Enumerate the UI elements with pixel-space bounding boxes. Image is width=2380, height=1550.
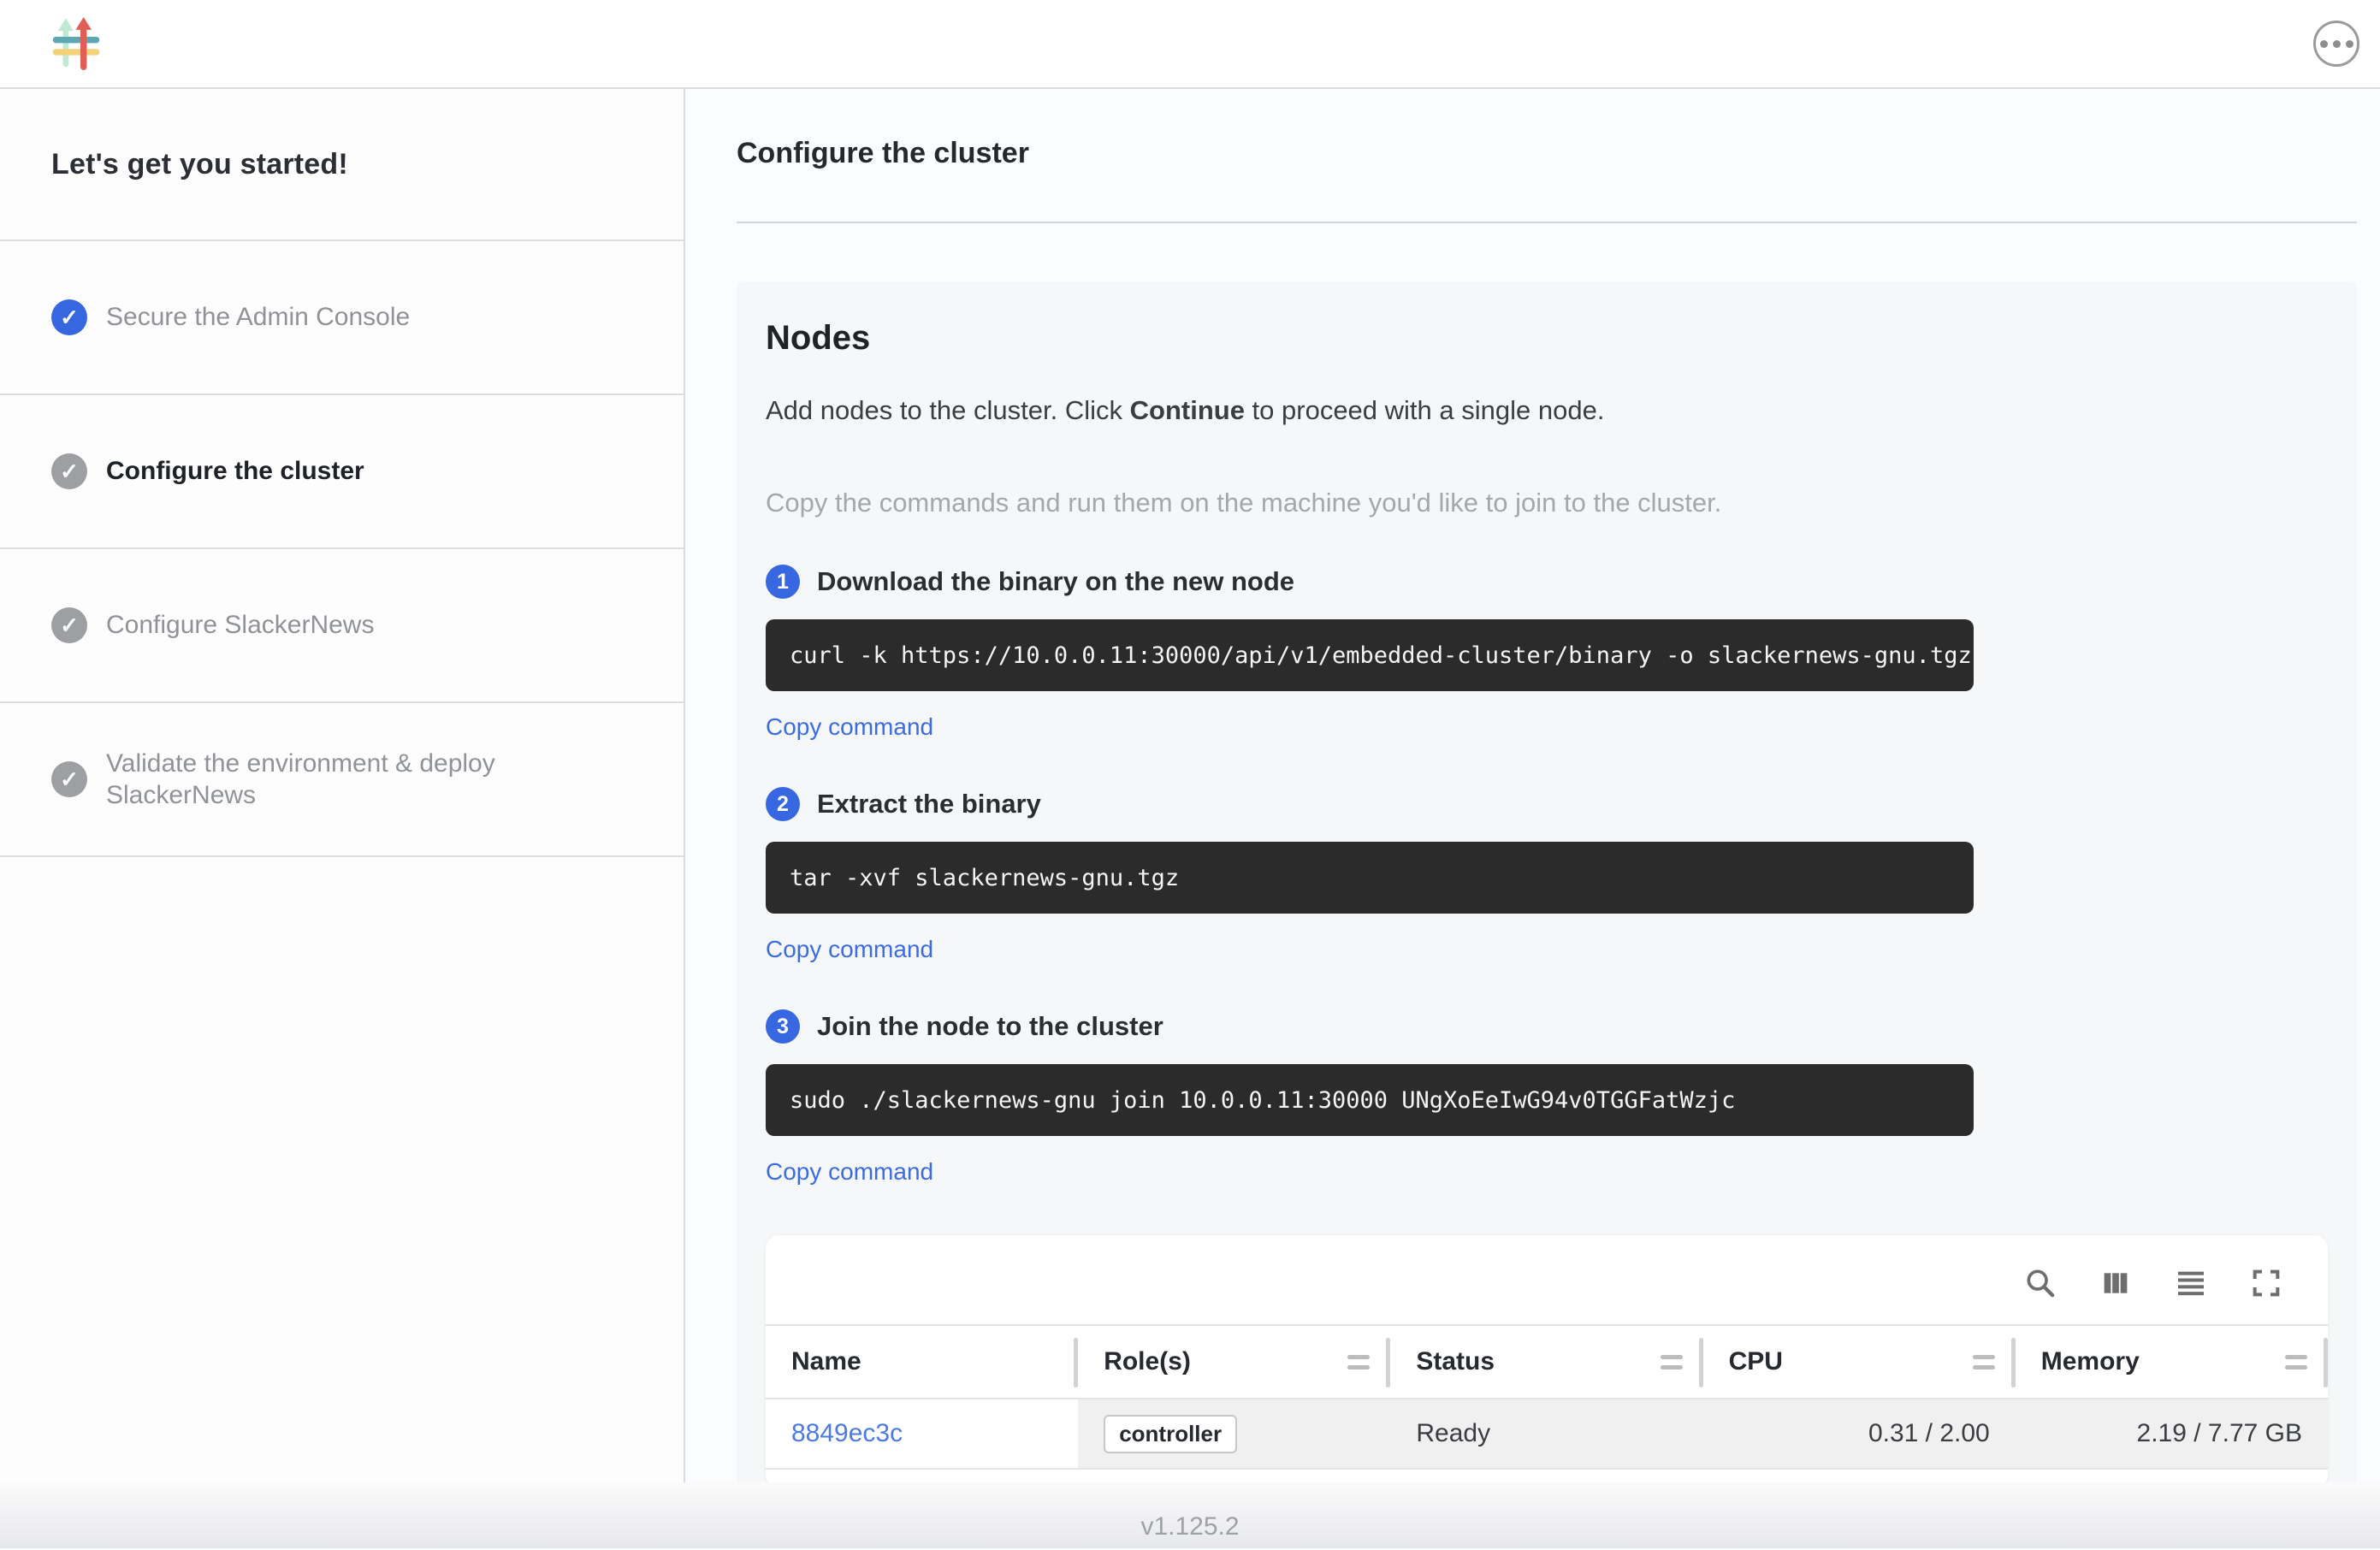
slackernews-logo-icon <box>50 17 103 70</box>
version-text: v1.125.2 <box>1140 1512 1239 1541</box>
step-1-number-badge: 1 <box>766 565 800 599</box>
step-2-header: 2 Extract the binary <box>766 787 2328 821</box>
role-chip: controller <box>1104 1415 1237 1453</box>
step-1-copy-command-link[interactable]: Copy command <box>766 713 933 741</box>
column-header-roles[interactable]: Role(s) <box>1078 1325 1390 1399</box>
sidebar-step-label: Secure the Admin Console <box>106 301 410 334</box>
column-menu-icon[interactable] <box>1661 1355 1683 1370</box>
step-2-number-badge: 2 <box>766 787 800 821</box>
column-header-status[interactable]: Status <box>1390 1325 1702 1399</box>
step-2-command-text: tar -xvf slackernews-gnu.tgz <box>790 865 1179 891</box>
column-resize-handle[interactable] <box>2324 1338 2328 1387</box>
step-2-command-box: tar -xvf slackernews-gnu.tgz <box>766 842 1974 914</box>
sidebar-step-secure-admin-console[interactable]: ✓ Secure the Admin Console <box>0 241 684 395</box>
node-roles-cell: controller <box>1078 1399 1390 1469</box>
step-3-header: 3 Join the node to the cluster <box>766 1009 2328 1044</box>
table-header-row: Name Role(s) Status <box>766 1325 2328 1399</box>
app-header <box>0 0 2380 89</box>
main-content: Configure the cluster Nodes Add nodes to… <box>685 89 2380 1482</box>
nodes-intro-text: Add nodes to the cluster. Click Continue… <box>766 395 2328 426</box>
setup-steps-sidebar: Let's get you started! ✓ Secure the Admi… <box>0 89 685 1482</box>
check-circle-icon: ✓ <box>51 299 87 335</box>
node-status-cell: Ready <box>1390 1399 1702 1469</box>
sidebar-title: Let's get you started! <box>0 89 684 241</box>
sidebar-step-label: Configure the cluster <box>106 455 364 488</box>
step-3-number-badge: 3 <box>766 1009 800 1044</box>
node-cpu-cell: 0.31 / 2.00 <box>1703 1399 2016 1469</box>
columns-icon[interactable] <box>2099 1266 2133 1300</box>
step-1-command-box: curl -k https://10.0.0.11:30000/api/v1/e… <box>766 619 1974 691</box>
step-3-title: Join the node to the cluster <box>817 1011 1163 1042</box>
sidebar-step-configure-cluster[interactable]: ✓ Configure the cluster <box>0 395 684 549</box>
column-menu-icon[interactable] <box>1973 1355 1995 1370</box>
sidebar-step-label: Validate the environment & deploy Slacke… <box>106 748 632 812</box>
node-name-link[interactable]: 8849ec3c <box>791 1419 903 1447</box>
ellipsis-icon <box>2320 40 2328 48</box>
step-2-title: Extract the binary <box>817 789 1041 819</box>
column-menu-icon[interactable] <box>1347 1355 1370 1370</box>
nodes-card: Nodes Add nodes to the cluster. Click Co… <box>737 281 2357 1482</box>
title-divider <box>737 222 2357 223</box>
column-header-memory[interactable]: Memory <box>2016 1325 2328 1399</box>
page-title: Configure the cluster <box>737 137 2357 170</box>
column-header-cpu[interactable]: CPU <box>1703 1325 2016 1399</box>
more-options-button[interactable] <box>2313 21 2359 67</box>
step-3-copy-command-link[interactable]: Copy command <box>766 1158 933 1186</box>
step-3-command-box: sudo ./slackernews-gnu join 10.0.0.11:30… <box>766 1064 1974 1136</box>
step-2-copy-command-link[interactable]: Copy command <box>766 936 933 963</box>
search-icon[interactable] <box>2023 1266 2057 1300</box>
nodes-table-card: Name Role(s) Status <box>766 1235 2328 1482</box>
nodes-table: Name Role(s) Status <box>766 1324 2328 1470</box>
sidebar-step-label: Configure SlackerNews <box>106 609 374 642</box>
check-circle-icon: ✓ <box>51 453 87 489</box>
table-toolbar <box>766 1257 2328 1324</box>
step-1-command-text: curl -k https://10.0.0.11:30000/api/v1/e… <box>790 642 1972 669</box>
step-1-title: Download the binary on the new node <box>817 566 1294 597</box>
step-1-header: 1 Download the binary on the new node <box>766 565 2328 599</box>
sidebar-step-validate-deploy[interactable]: ✓ Validate the environment & deploy Slac… <box>0 703 684 857</box>
density-icon[interactable] <box>2174 1266 2208 1300</box>
nodes-heading: Nodes <box>766 319 2328 358</box>
column-menu-icon[interactable] <box>2285 1355 2307 1370</box>
check-circle-icon: ✓ <box>51 761 87 797</box>
sidebar-step-configure-slackernews[interactable]: ✓ Configure SlackerNews <box>0 549 684 703</box>
node-name-cell: 8849ec3c <box>766 1399 1078 1469</box>
join-commands-hint: Copy the commands and run them on the ma… <box>766 488 2328 518</box>
check-circle-icon: ✓ <box>51 607 87 643</box>
fullscreen-icon[interactable] <box>2249 1266 2283 1300</box>
table-row: 8849ec3c controller Ready 0.31 / 2.00 2.… <box>766 1399 2328 1469</box>
app-footer: v1.125.2 <box>0 1482 2380 1548</box>
column-header-name[interactable]: Name <box>766 1325 1078 1399</box>
node-memory-cell: 2.19 / 7.77 GB <box>2016 1399 2328 1469</box>
step-3-command-text: sudo ./slackernews-gnu join 10.0.0.11:30… <box>790 1087 1735 1114</box>
